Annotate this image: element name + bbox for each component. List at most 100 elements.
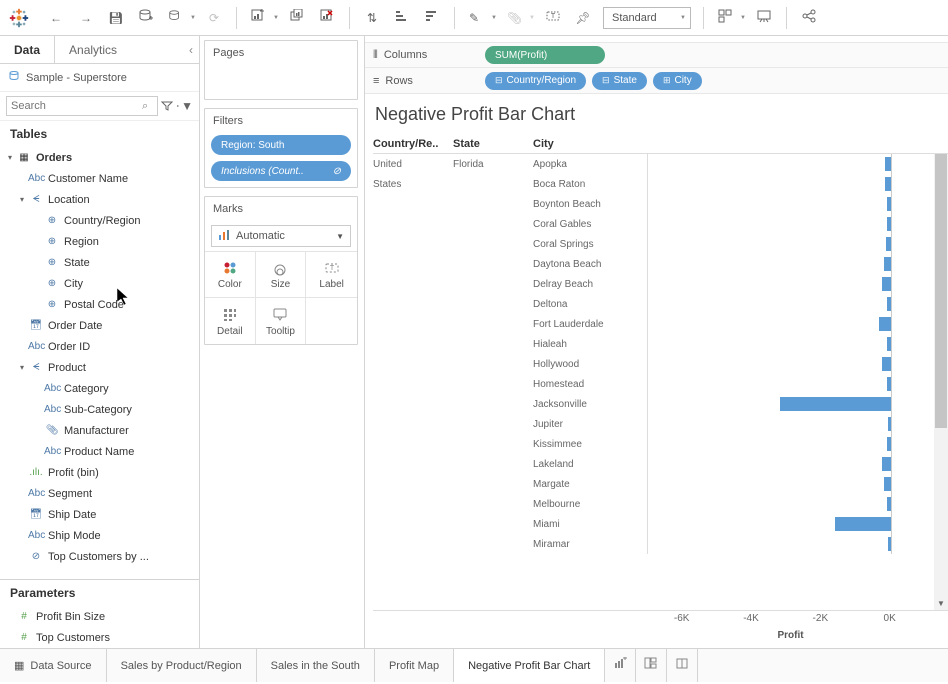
- back-button[interactable]: ←: [42, 4, 70, 32]
- bar[interactable]: [780, 397, 891, 411]
- marks-type-dropdown[interactable]: Automatic ▼: [211, 225, 351, 247]
- swap-button[interactable]: ⇅: [358, 4, 386, 32]
- search-input[interactable]: [6, 96, 158, 116]
- bar[interactable]: [882, 277, 891, 291]
- bar[interactable]: [835, 517, 890, 531]
- pin-button[interactable]: 📌︎: [569, 4, 597, 32]
- field-category[interactable]: AbcCategory: [0, 378, 199, 399]
- chart-row[interactable]: Daytona Beach: [373, 254, 934, 274]
- chart-row[interactable]: Fort Lauderdale: [373, 314, 934, 334]
- bar[interactable]: [882, 357, 891, 371]
- rows-shelf[interactable]: ≡Rows ⊟Country/Region ⊟State ⊞City: [365, 68, 948, 94]
- new-worksheet-button[interactable]: ▼: [245, 4, 281, 32]
- bar[interactable]: [885, 177, 890, 191]
- bar[interactable]: [887, 297, 890, 311]
- bar[interactable]: [887, 437, 890, 451]
- field-profit-bin[interactable]: .ılı.Profit (bin): [0, 462, 199, 483]
- marks-size-button[interactable]: Size: [256, 252, 307, 298]
- pause-updates-button[interactable]: ▼: [162, 4, 198, 32]
- chart-row[interactable]: Coral Springs: [373, 234, 934, 254]
- field-customer-name[interactable]: AbcCustomer Name: [0, 168, 199, 189]
- field-ship-mode[interactable]: AbcShip Mode: [0, 525, 199, 546]
- clear-sheet-button[interactable]: [313, 4, 341, 32]
- pages-card[interactable]: Pages: [204, 40, 358, 100]
- tab-data[interactable]: Data: [0, 36, 55, 64]
- header-country[interactable]: Country/Re..: [373, 135, 453, 153]
- field-region[interactable]: ⊕Region: [0, 231, 199, 252]
- chart-row[interactable]: Jupiter: [373, 414, 934, 434]
- marks-label-button[interactable]: TLabel: [306, 252, 357, 298]
- chart-row[interactable]: Melbourne: [373, 494, 934, 514]
- tab-analytics[interactable]: Analytics: [55, 36, 131, 64]
- field-top-customers[interactable]: ⊘Top Customers by ...: [0, 546, 199, 567]
- chart-title[interactable]: Negative Profit Bar Chart: [373, 98, 948, 135]
- scroll-down-icon[interactable]: ▼: [934, 596, 948, 610]
- sort-desc-button[interactable]: [418, 4, 446, 32]
- tab-sales-product-region[interactable]: Sales by Product/Region: [107, 649, 257, 682]
- sort-asc-button[interactable]: [388, 4, 416, 32]
- new-dashboard-button[interactable]: [636, 649, 667, 682]
- table-orders[interactable]: ▾▦Orders: [0, 147, 199, 168]
- chart-row[interactable]: Homestead: [373, 374, 934, 394]
- field-country-region[interactable]: ⊕Country/Region: [0, 210, 199, 231]
- filter-icon[interactable]: [160, 96, 173, 116]
- marks-detail-button[interactable]: Detail: [205, 298, 256, 344]
- field-location[interactable]: ▾ᗕLocation: [0, 189, 199, 210]
- chart-row[interactable]: Jacksonville: [373, 394, 934, 414]
- columns-pill-sum-profit[interactable]: SUM(Profit): [485, 46, 605, 64]
- chart-row[interactable]: Margate: [373, 474, 934, 494]
- bar[interactable]: [882, 457, 891, 471]
- chart-row[interactable]: Miami: [373, 514, 934, 534]
- rows-pill-state[interactable]: ⊟State: [592, 72, 647, 90]
- scroll-thumb[interactable]: [935, 154, 947, 428]
- bar[interactable]: [879, 317, 891, 331]
- datasource-item[interactable]: Sample - Superstore: [0, 64, 199, 91]
- refresh-button[interactable]: ⟳: [200, 4, 228, 32]
- bar[interactable]: [887, 377, 890, 391]
- show-cards-button[interactable]: ▼: [712, 4, 748, 32]
- rows-pill-country[interactable]: ⊟Country/Region: [485, 72, 586, 90]
- columns-shelf[interactable]: ⦀Columns SUM(Profit): [365, 42, 948, 68]
- bar[interactable]: [887, 197, 890, 211]
- duplicate-sheet-button[interactable]: [283, 4, 311, 32]
- header-city[interactable]: City: [533, 135, 647, 153]
- presentation-button[interactable]: [750, 4, 778, 32]
- forward-button[interactable]: →: [72, 4, 100, 32]
- chart-row[interactable]: Deltona: [373, 294, 934, 314]
- header-state[interactable]: State: [453, 135, 533, 153]
- view-options-icon[interactable]: ▼: [177, 96, 193, 116]
- filters-card[interactable]: Filters Region: South Inclusions (Count.…: [204, 108, 358, 188]
- new-datasource-button[interactable]: [132, 4, 160, 32]
- bar[interactable]: [887, 497, 890, 511]
- tab-sales-south[interactable]: Sales in the South: [257, 649, 375, 682]
- param-top-customers[interactable]: #Top Customers: [0, 627, 199, 648]
- field-sub-category[interactable]: AbcSub-Category: [0, 399, 199, 420]
- fit-dropdown[interactable]: Standard▼: [603, 7, 691, 29]
- field-product-name[interactable]: AbcProduct Name: [0, 441, 199, 462]
- marks-color-button[interactable]: Color: [205, 252, 256, 298]
- chart-scrollbar[interactable]: ▲ ▼: [934, 154, 948, 610]
- chart-row[interactable]: Delray Beach: [373, 274, 934, 294]
- chart-row[interactable]: StatesBoca Raton: [373, 174, 934, 194]
- bar[interactable]: [888, 417, 891, 431]
- field-segment[interactable]: AbcSegment: [0, 483, 199, 504]
- bar[interactable]: [885, 157, 890, 171]
- share-button[interactable]: [795, 4, 823, 32]
- marks-tooltip-button[interactable]: Tooltip: [256, 298, 307, 344]
- x-axis[interactable]: -6K-4K-2K0K: [647, 611, 934, 630]
- bar[interactable]: [887, 337, 890, 351]
- field-order-date[interactable]: 📅︎Order Date: [0, 315, 199, 336]
- field-order-id[interactable]: AbcOrder ID: [0, 336, 199, 357]
- new-sheet-button[interactable]: [605, 649, 636, 682]
- field-postal-code[interactable]: ⊕Postal Code: [0, 294, 199, 315]
- field-city[interactable]: ⊕City: [0, 273, 199, 294]
- chart-row[interactable]: Hialeah: [373, 334, 934, 354]
- group-button[interactable]: 📎︎▼: [501, 4, 537, 32]
- highlight-button[interactable]: ✎▼: [463, 4, 499, 32]
- bar[interactable]: [884, 257, 891, 271]
- tab-data-source[interactable]: ▦Data Source: [0, 649, 107, 682]
- bar[interactable]: [884, 477, 891, 491]
- param-profit-bin-size[interactable]: #Profit Bin Size: [0, 606, 199, 627]
- field-product[interactable]: ▾ᗕProduct: [0, 357, 199, 378]
- field-manufacturer[interactable]: 📎︎Manufacturer: [0, 420, 199, 441]
